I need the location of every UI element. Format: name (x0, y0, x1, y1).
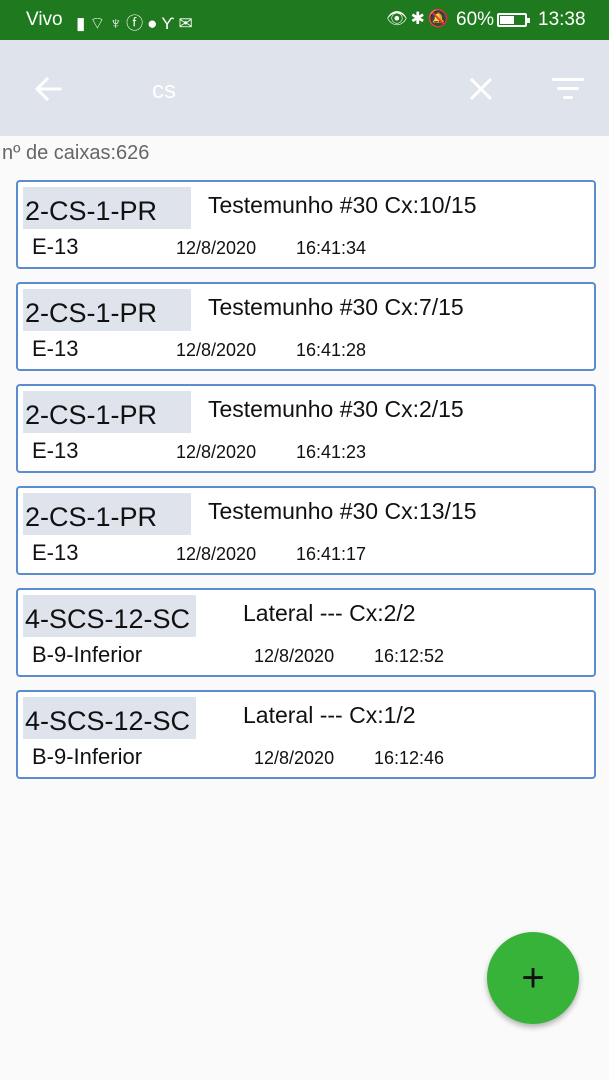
box-time: 16:41:34 (296, 238, 367, 258)
box-description: Lateral --- Cx:2/2 (243, 600, 416, 626)
add-button[interactable]: + (487, 932, 579, 1024)
box-location: E-13 (32, 438, 79, 463)
box-code: 2-CS-1-PR (23, 493, 191, 535)
box-date: 12/8/2020 (176, 340, 257, 360)
box-location: E-13 (32, 336, 79, 361)
box-date: 12/8/2020 (176, 442, 257, 462)
box-location: E-13 (32, 540, 79, 565)
box-code: 2-CS-1-PR (23, 391, 191, 433)
box-description: Testemunho #30 Cx:7/15 (208, 294, 464, 320)
box-description: Testemunho #30 Cx:10/15 (208, 192, 477, 218)
box-time: 16:41:28 (296, 340, 367, 360)
list-item[interactable]: 2-CS-1-PR Testemunho #30 Cx:2/15 E-13 12/8/… (16, 384, 596, 473)
box-location: B-9-Inferior (32, 642, 143, 667)
box-time: 16:12:52 (374, 646, 445, 666)
battery-icon (497, 13, 530, 27)
status-icons: 👁✱🔕 (386, 9, 452, 28)
list-item[interactable]: 4-SCS-12-SC Lateral --- Cx:2/2 B-9-Inferio… (16, 588, 596, 677)
close-icon[interactable] (462, 70, 500, 108)
box-count-label: nº de caixas:626 (2, 142, 150, 164)
box-time: 16:12:46 (374, 748, 445, 768)
arrow-left-icon[interactable] (30, 70, 68, 108)
list-item[interactable]: 2-CS-1-PR Testemunho #30 Cx:13/15 E-13 12/8… (16, 486, 596, 575)
box-description: Testemunho #30 Cx:2/15 (208, 396, 464, 422)
box-code: 4-SCS-12-SC (23, 595, 197, 637)
box-code: 2-CS-1-PR (23, 289, 191, 331)
box-date: 12/8/2020 (254, 646, 335, 666)
carrier-label: Vivo (26, 9, 63, 30)
box-location: E-13 (32, 234, 79, 259)
box-code: 4-SCS-12-SC (23, 697, 197, 739)
list-item[interactable]: 2-CS-1-PR Testemunho #30 Cx:10/15 E-13 12/8… (16, 180, 596, 269)
box-code: 2-CS-1-PR (23, 187, 191, 229)
filter-icon[interactable] (552, 76, 584, 102)
box-description: Lateral --- Cx:1/2 (243, 702, 416, 728)
list-item[interactable]: 4-SCS-12-SC Lateral --- Cx:1/2 B-9-Inferio… (16, 690, 596, 779)
battery-percent: 60% (456, 9, 495, 30)
box-date: 12/8/2020 (176, 544, 257, 564)
plus-icon: + (521, 956, 545, 1000)
box-date: 12/8/2020 (176, 238, 257, 258)
notification-icons: ▮⌔♆ⓕ●Ƴ✉ (76, 14, 197, 33)
box-time: 16:41:23 (296, 442, 367, 462)
search-input[interactable] (150, 70, 444, 112)
list-item[interactable]: 2-CS-1-PR Testemunho #30 Cx:7/15 E-13 12/8/… (16, 282, 596, 371)
search-toolbar (0, 40, 609, 136)
box-list: 2-CS-1-PR Testemunho #30 Cx:10/15 E-13 12/8… (10, 180, 602, 792)
clock: 13:38 (538, 9, 586, 30)
status-bar: Vivo ▮⌔♆ⓕ●Ƴ✉ 👁✱🔕 60% 13:38 (0, 0, 609, 40)
box-location: B-9-Inferior (32, 744, 143, 769)
box-time: 16:41:17 (296, 544, 367, 564)
box-date: 12/8/2020 (254, 748, 335, 768)
box-description: Testemunho #30 Cx:13/15 (208, 498, 477, 524)
